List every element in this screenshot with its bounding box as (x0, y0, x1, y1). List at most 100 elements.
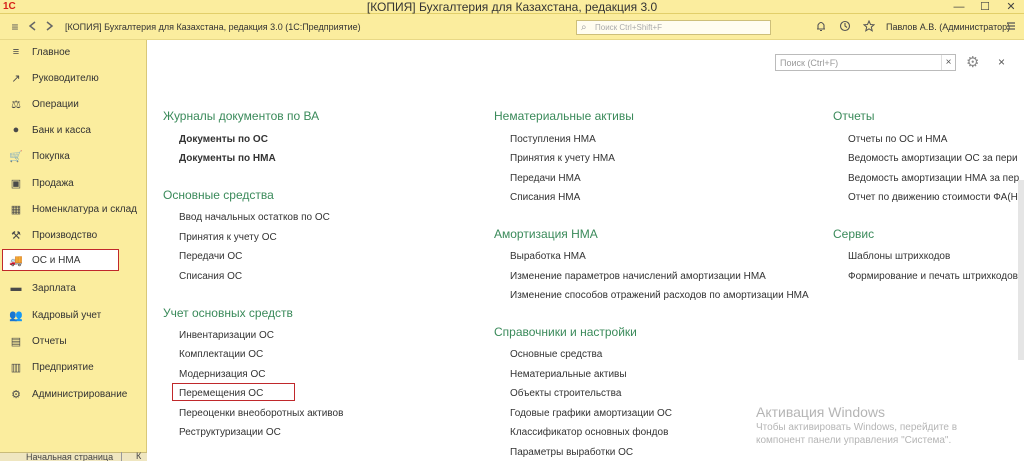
bag-icon: ▣ (10, 177, 22, 190)
settings-menu-icon[interactable] (1004, 20, 1018, 34)
panel-search-input[interactable]: Поиск (Ctrl+F) × (775, 54, 956, 71)
global-search-input[interactable]: ⌕ Поиск Ctrl+Shift+F (576, 20, 771, 35)
wallet-icon: ▬ (10, 282, 22, 294)
history-icon[interactable] (838, 20, 852, 34)
sidebar-item-label: Покупка (32, 150, 70, 162)
sidebar-item-hr[interactable]: 👥 Кадровый учет (3, 304, 143, 326)
sidebar-item-label: Администрирование (32, 388, 128, 400)
link-writeoffs-nma[interactable]: Списания НМА (510, 192, 580, 204)
people-icon: 👥 (9, 309, 23, 322)
report-icon: ▤ (10, 335, 22, 348)
close-panel-icon[interactable]: × (998, 56, 1005, 69)
favorites-star-icon[interactable] (862, 19, 876, 34)
tab-start-page-label: Начальная страница (26, 452, 114, 461)
sidebar-item-bank[interactable]: ● Банк и касса (3, 119, 143, 141)
section-heading-fixed-assets: Основные средства (163, 188, 274, 202)
link-output-params[interactable]: Параметры выработки ОС (510, 447, 633, 459)
link-construction-objects[interactable]: Объекты строительства (510, 388, 621, 400)
sidebar-item-label: ОС и НМА (32, 254, 81, 266)
link-modernization-os[interactable]: Модернизация ОС (179, 369, 266, 381)
sidebar-item-reports[interactable]: ▤ Отчеты (3, 330, 143, 352)
link-revaluations[interactable]: Переоценки внеоборотных активов (179, 408, 343, 420)
sidebar-item-main[interactable]: ≡ Главное (3, 41, 143, 63)
section-heading-journals: Журналы документов по ВА (163, 109, 320, 123)
section-heading-intangible: Нематериальные активы (494, 109, 634, 123)
link-acceptance-os[interactable]: Принятия к учету ОС (179, 232, 277, 244)
sidebar-item-label: Руководителю (32, 72, 99, 84)
maximize-button[interactable]: ☐ (972, 0, 998, 14)
sidebar-item-label: Номенклатура и склад (32, 203, 137, 215)
link-catalog-os[interactable]: Основные средства (510, 349, 602, 361)
sidebar-item-label: Банк и касса (32, 124, 91, 136)
scales-icon: ⚖ (11, 98, 21, 111)
section-heading-amortization: Амортизация НМА (494, 227, 598, 241)
section-heading-service: Сервис (833, 227, 875, 241)
windows-activation-line2: компонент панели управления "Система". (756, 435, 952, 446)
section-heading-catalogs: Справочники и настройки (494, 325, 637, 339)
sidebar-item-sales[interactable]: ▣ Продажа (3, 172, 143, 194)
close-window-button[interactable]: ✕ (998, 0, 1024, 14)
list-icon: ≡ (12, 46, 20, 58)
sections-sidebar: ≡ Главное ↗ Руководителю ⚖ Операции ● Ба… (0, 40, 147, 461)
vertical-scrollbar[interactable] (1018, 180, 1024, 360)
link-barcode-templates[interactable]: Шаблоны штрихкодов (848, 251, 950, 263)
sidebar-item-label: Главное (32, 46, 71, 58)
link-completion-os[interactable]: Комплектации ОС (179, 349, 263, 361)
minimize-button[interactable]: — (946, 0, 972, 14)
back-arrow-icon[interactable] (26, 20, 40, 34)
section-panel: Поиск (Ctrl+F) × ⚙ × Журналы документов … (148, 40, 1024, 461)
link-barcode-printing[interactable]: Формирование и печать штрихкодов (848, 271, 1018, 283)
link-output-nma[interactable]: Выработка НМА (510, 251, 586, 263)
sidebar-item-production[interactable]: ⚒ Производство (3, 224, 143, 246)
sidebar-item-inventory[interactable]: ▦ Номенклатура и склад (3, 198, 143, 220)
sidebar-item-fixed-assets[interactable]: 🚚 ОС и НМА (2, 249, 119, 271)
sidebar-item-operations[interactable]: ⚖ Операции (3, 93, 143, 115)
link-amortization-params[interactable]: Изменение параметров начислений амортиза… (510, 271, 766, 283)
sidebar-item-label: Кадровый учет (32, 309, 102, 321)
link-receipts-nma[interactable]: Поступления НМА (510, 134, 596, 146)
link-initial-balances[interactable]: Ввод начальных остатков по ОС (179, 212, 330, 224)
window-title: [КОПИЯ] Бухгалтерия для Казахстана, реда… (366, 0, 658, 14)
tools-icon: ⚒ (11, 229, 21, 242)
link-report-os-nma[interactable]: Отчеты по ОС и НМА (848, 134, 947, 146)
header-bar: ≡ [КОПИЯ] Бухгалтерия для Казахстана, ре… (0, 14, 1024, 40)
building-icon: ▥ (10, 361, 22, 374)
link-catalog-nma[interactable]: Нематериальные активы (510, 369, 627, 381)
panel-settings-gear-icon[interactable]: ⚙ (966, 55, 979, 70)
warehouse-icon: ▦ (10, 203, 22, 216)
section-heading-accounting-os: Учет основных средств (163, 306, 293, 320)
sidebar-item-label: Операции (32, 98, 79, 110)
link-amortization-expenses[interactable]: Изменение способов отражений расходов по… (510, 290, 809, 302)
bell-icon[interactable] (814, 20, 828, 34)
current-user[interactable]: Павлов А.В. (Администратор) (886, 20, 1010, 34)
sidebar-item-salary[interactable]: ▬ Зарплата (3, 277, 143, 299)
windows-activation-line1: Чтобы активировать Windows, перейдите в (756, 422, 958, 433)
sidebar-item-label: Зарплата (32, 282, 76, 294)
tab-second[interactable]: К (121, 451, 147, 461)
link-writeoffs-os[interactable]: Списания ОС (179, 271, 242, 283)
sidebar-item-label: Производство (32, 229, 98, 241)
link-transfers-nma[interactable]: Передачи НМА (510, 173, 581, 185)
link-amortization-os-statement[interactable]: Ведомость амортизации ОС за пери (848, 153, 1018, 165)
link-annual-schedules[interactable]: Годовые графики амортизации ОС (510, 408, 672, 420)
link-restructuring-os[interactable]: Реструктуризации ОС (179, 427, 281, 439)
sidebar-item-purchases[interactable]: 🛒 Покупка (3, 145, 143, 167)
sidebar-item-enterprise[interactable]: ▥ Предприятие (3, 356, 143, 378)
link-classifier[interactable]: Классификатор основных фондов (510, 427, 668, 439)
link-acceptance-nma[interactable]: Принятия к учету НМА (510, 153, 615, 165)
app-title: [КОПИЯ] Бухгалтерия для Казахстана, реда… (65, 22, 361, 32)
link-amortization-nma-statement[interactable]: Ведомость амортизации НМА за пер (848, 173, 1019, 185)
clear-search-icon[interactable]: × (941, 55, 955, 70)
sidebar-item-admin[interactable]: ⚙ Администрирование (3, 383, 143, 405)
link-documents-os[interactable]: Документы по ОС (179, 134, 268, 146)
sidebar-item-manager[interactable]: ↗ Руководителю (3, 67, 143, 89)
forward-arrow-icon[interactable] (42, 20, 56, 34)
link-documents-nma[interactable]: Документы по НМА (179, 153, 276, 165)
link-cost-movement-report[interactable]: Отчет по движению стоимости ФА(Н (848, 192, 1018, 204)
link-inventory-os[interactable]: Инвентаризации ОС (179, 330, 274, 342)
gear-icon: ⚙ (11, 388, 21, 401)
windows-activation-title: Активация Windows (756, 404, 886, 420)
link-transfers-os[interactable]: Передачи ОС (179, 251, 242, 263)
link-relocations-os[interactable]: Перемещения ОС (179, 388, 263, 400)
main-menu-icon[interactable]: ≡ (8, 20, 22, 34)
